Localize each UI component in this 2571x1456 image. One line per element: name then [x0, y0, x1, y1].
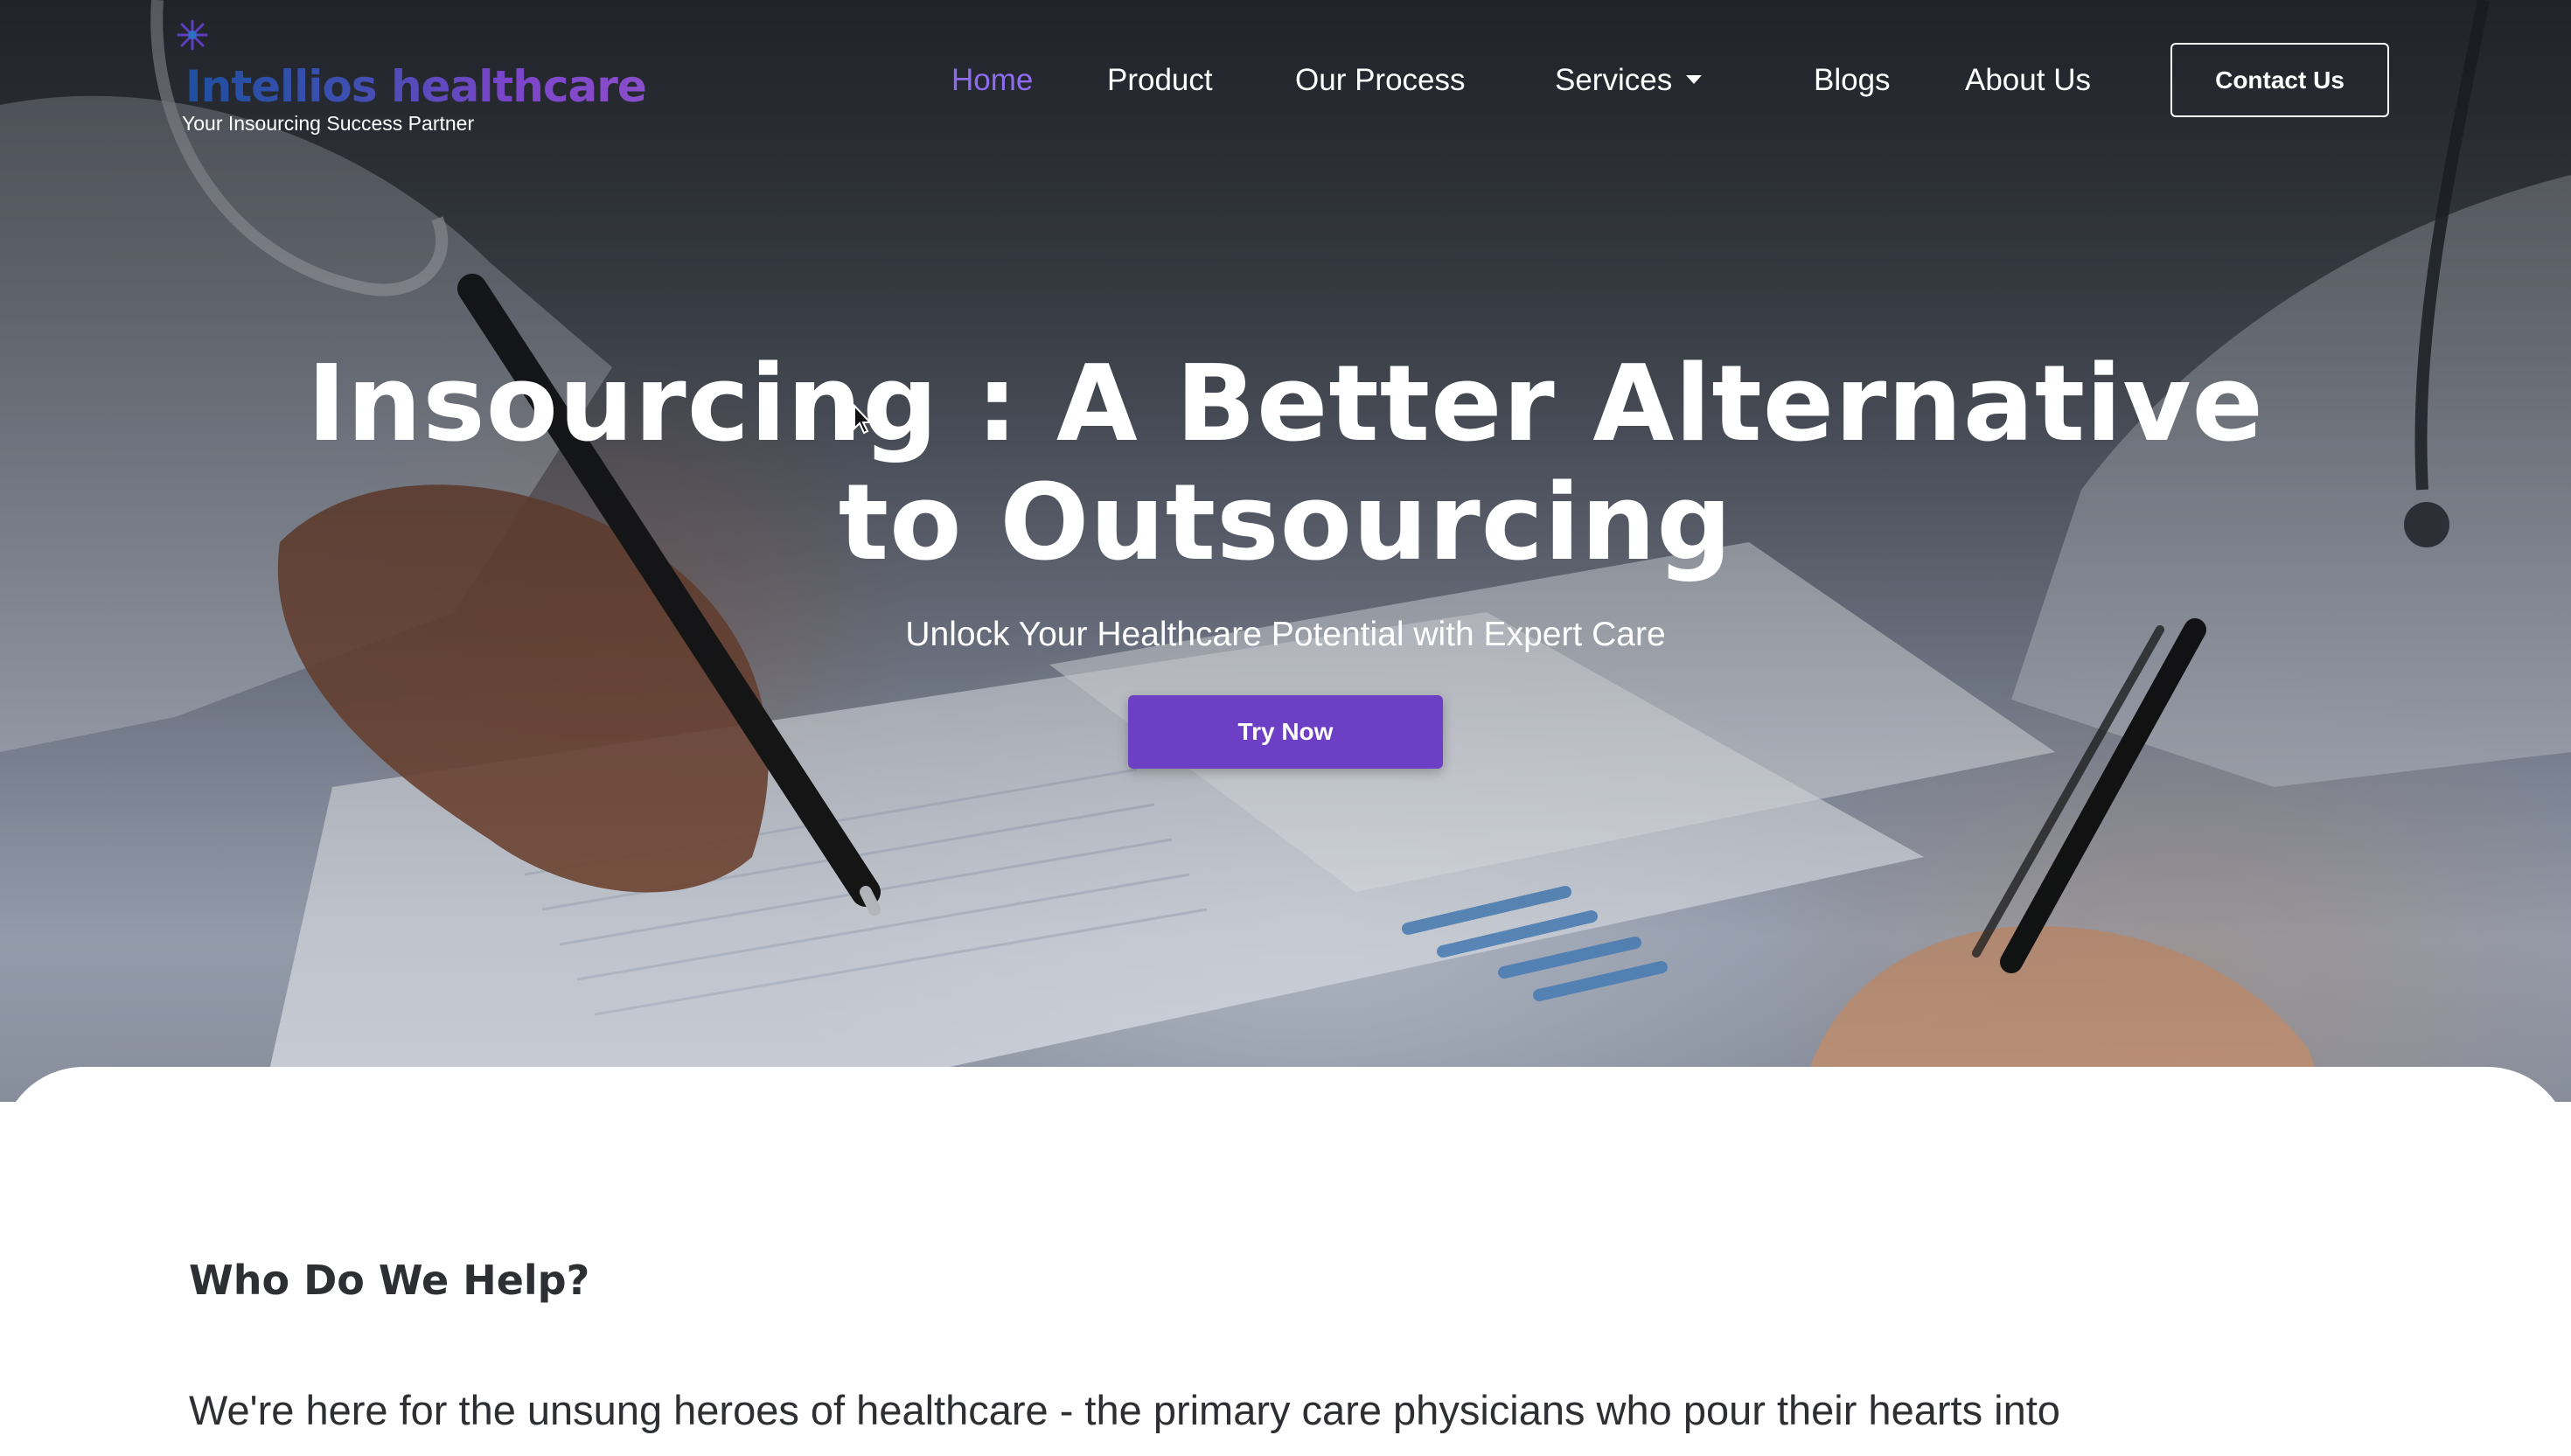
- nav-about-us[interactable]: About Us: [1965, 42, 2091, 119]
- brand-name: Intellios healthcare: [185, 61, 647, 112]
- mouse-pointer-icon: [854, 404, 873, 435]
- try-now-button[interactable]: Try Now: [1128, 695, 1443, 769]
- nav-product[interactable]: Product: [1107, 42, 1213, 119]
- nav-blogs[interactable]: Blogs: [1814, 42, 1891, 119]
- nav-services-label: Services: [1555, 63, 1673, 97]
- caret-down-icon: [1686, 74, 1703, 84]
- brand-logo[interactable]: Intellios healthcare Your Insourcing Suc…: [173, 16, 663, 135]
- nav-services[interactable]: Services: [1555, 42, 1703, 119]
- hero-headline: Insourcing : A Better Alternative to Out…: [262, 345, 2309, 583]
- hero-subheadline: Unlock Your Healthcare Potential with Ex…: [905, 616, 1666, 653]
- nav-our-process[interactable]: Our Process: [1295, 42, 1466, 119]
- section-title: Who Do We Help?: [189, 1257, 590, 1304]
- hero-headline-strong: Insourcing: [307, 344, 939, 465]
- hero-headline-rest: : A Better Alternative to Outsourcing: [838, 344, 2264, 584]
- contact-us-button[interactable]: Contact Us: [2170, 43, 2389, 117]
- section-body-text: We're here for the unsung heroes of heal…: [189, 1387, 2060, 1433]
- nav-home[interactable]: Home: [951, 42, 1033, 119]
- snowflake-logo-icon: [177, 19, 208, 51]
- brand-tagline: Your Insourcing Success Partner: [182, 112, 475, 135]
